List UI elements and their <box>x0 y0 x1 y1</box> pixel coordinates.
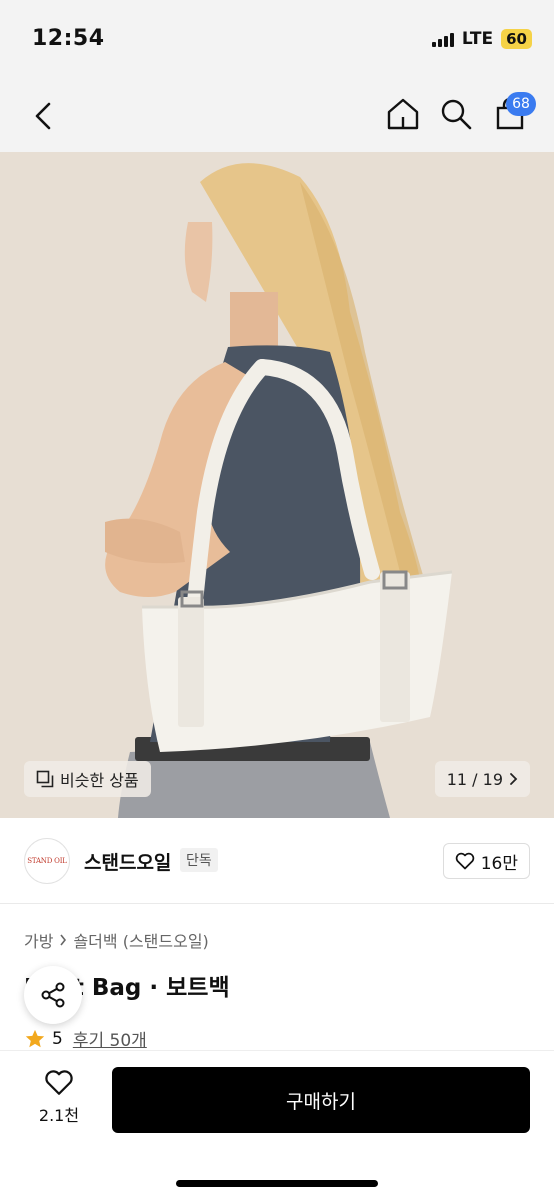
back-button[interactable] <box>26 96 60 136</box>
brand-name[interactable]: 스탠드오일 <box>84 848 171 875</box>
search-icon <box>441 99 472 130</box>
brand-logo-text: STAND OIL <box>27 857 67 865</box>
product-image[interactable]: 비슷한 상품 11 / 19 <box>0 152 554 818</box>
brand-row: STAND OIL 스탠드오일 단독 16만 <box>0 818 554 904</box>
network-label: LTE <box>461 29 494 49</box>
heart-icon <box>45 1070 73 1095</box>
home-indicator <box>176 1180 378 1187</box>
nav-bar <box>0 80 554 152</box>
share-icon <box>41 982 65 1008</box>
home-button[interactable] <box>385 96 421 132</box>
breadcrumb-category[interactable]: 가방 <box>24 928 53 952</box>
rating-value: 5 <box>52 1028 63 1049</box>
status-time: 12:54 <box>32 26 105 51</box>
exclusive-tag: 단독 <box>180 848 218 872</box>
signal-icon <box>431 31 454 47</box>
chevron-right-icon <box>510 773 518 785</box>
heart-icon <box>455 852 474 870</box>
breadcrumb-subcategory[interactable]: 숄더백 (스탠드오일) <box>73 928 208 952</box>
brand-like-count: 16만 <box>480 853 518 874</box>
home-icon <box>387 98 419 130</box>
battery-level: 60 <box>506 30 527 48</box>
share-button[interactable] <box>24 966 82 1024</box>
similar-products-label: 비슷한 상품 <box>60 771 139 790</box>
buy-button[interactable]: 구매하기 <box>112 1067 530 1133</box>
battery-icon: 60 <box>501 29 532 49</box>
chevron-right-icon <box>60 934 67 946</box>
status-bar: 12:54 LTE 60 <box>0 0 554 80</box>
wishlist-button[interactable]: 2.1천 <box>22 1069 96 1135</box>
breadcrumb: 가방 숄더백 (스탠드오일) <box>24 928 209 952</box>
reviews-link[interactable]: 후기 50개 <box>73 1026 147 1051</box>
wishlist-count: 2.1천 <box>38 1106 80 1125</box>
chevron-left-icon <box>35 102 51 130</box>
image-pager-label: 11 / 19 <box>446 769 503 789</box>
bottom-action-bar: 2.1천 구매하기 <box>0 1050 554 1200</box>
image-pager[interactable]: 11 / 19 <box>434 761 530 797</box>
brand-logo[interactable]: STAND OIL <box>24 838 70 884</box>
search-button[interactable] <box>438 96 474 132</box>
product-photo <box>0 152 554 818</box>
status-indicators: LTE 60 <box>431 29 532 49</box>
star-icon <box>25 1029 45 1047</box>
brand-like-button[interactable]: 16만 <box>442 843 530 879</box>
similar-products-button[interactable]: 비슷한 상품 <box>24 761 151 797</box>
rating-row: 5 후기 50개 <box>24 1026 147 1051</box>
similar-icon <box>36 770 54 788</box>
cart-count-badge: 68 <box>506 92 536 116</box>
